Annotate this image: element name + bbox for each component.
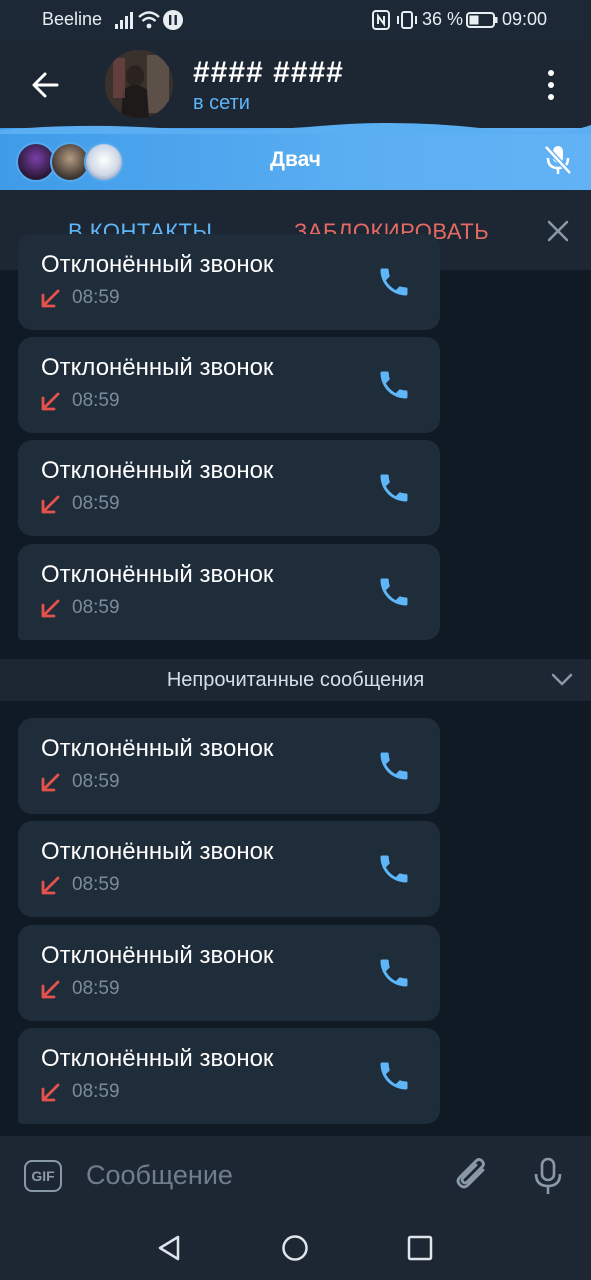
app-notification-icon [163, 10, 183, 30]
phone-icon[interactable] [376, 264, 412, 300]
status-bar: Beeline 36 % 09:00 [0, 0, 591, 40]
call-status-text: Отклонённый звонок [41, 354, 274, 381]
call-status-text: Отклонённый звонок [41, 561, 274, 588]
vibrate-icon [397, 11, 417, 29]
message-time: 08:59 [72, 597, 120, 618]
call-status-text: Отклонённый звонок [41, 838, 274, 865]
missed-call-arrow-icon [41, 773, 60, 792]
more-vertical-icon[interactable] [540, 68, 562, 102]
message-time: 08:59 [72, 771, 120, 792]
clock: 09:00 [502, 9, 548, 29]
phone-icon[interactable] [376, 574, 412, 610]
message-time: 08:59 [72, 978, 120, 999]
call-message-bubble[interactable]: Отклонённый звонок 08:59 [18, 925, 440, 1021]
gif-label: GIF [31, 1168, 55, 1184]
chat-title[interactable]: #### #### [193, 56, 344, 90]
call-status-text: Отклонённый звонок [41, 457, 274, 484]
message-time: 08:59 [72, 874, 120, 895]
phone-icon[interactable] [376, 955, 412, 991]
battery-percent: 36 % [422, 9, 464, 29]
close-icon[interactable] [547, 220, 569, 242]
online-status: в сети [193, 92, 250, 114]
message-input[interactable]: Сообщение [86, 1160, 233, 1191]
nav-home-icon[interactable] [281, 1234, 309, 1262]
phone-icon[interactable] [376, 851, 412, 887]
phone-icon[interactable] [376, 367, 412, 403]
signal-icon [115, 12, 133, 29]
mic-icon[interactable] [532, 1157, 564, 1197]
arrow-left-icon[interactable] [30, 70, 60, 100]
voice-chat-title: Двач [270, 148, 321, 171]
call-message-bubble[interactable]: Отклонённый звонок 08:59 [18, 718, 440, 814]
call-message-bubble[interactable]: Отклонённый звонок 08:59 [18, 440, 440, 536]
missed-call-arrow-icon [41, 980, 60, 999]
call-status-text: Отклонённый звонок [41, 735, 274, 762]
phone-icon[interactable] [376, 1058, 412, 1094]
phone-icon[interactable] [376, 748, 412, 784]
battery-icon [466, 12, 498, 28]
gif-icon[interactable]: GIF [24, 1160, 62, 1192]
message-time: 08:59 [72, 390, 120, 411]
missed-call-arrow-icon [41, 495, 60, 514]
message-time: 08:59 [72, 1081, 120, 1102]
call-status-text: Отклонённый звонок [41, 942, 274, 969]
wifi-icon [138, 11, 160, 29]
wave-decoration [0, 122, 591, 134]
call-message-bubble[interactable]: Отклонённый звонок 08:59 [18, 337, 440, 433]
unread-divider-label: Непрочитанные сообщения [166, 669, 425, 691]
message-time: 08:59 [72, 287, 120, 308]
nav-back-icon[interactable] [156, 1234, 182, 1262]
mic-off-icon[interactable] [543, 144, 573, 176]
avatar[interactable] [105, 50, 173, 118]
call-message-bubble[interactable]: Отклонённый звонок 08:59 [18, 1028, 440, 1124]
call-message-bubble[interactable]: Отклонённый звонок 08:59 [18, 544, 440, 640]
missed-call-arrow-icon [41, 289, 60, 308]
paperclip-icon[interactable] [453, 1156, 493, 1196]
nfc-icon [372, 10, 390, 30]
missed-call-arrow-icon [41, 876, 60, 895]
missed-call-arrow-icon [41, 392, 60, 411]
nav-recents-icon[interactable] [407, 1235, 433, 1261]
phone-icon[interactable] [376, 470, 412, 506]
missed-call-arrow-icon [41, 1083, 60, 1102]
message-time: 08:59 [72, 493, 120, 514]
carrier-name: Beeline [42, 9, 103, 29]
call-message-bubble[interactable]: Отклонённый звонок 08:59 [18, 821, 440, 917]
chevron-down-icon[interactable] [551, 673, 573, 687]
call-status-text: Отклонённый звонок [41, 251, 274, 278]
call-status-text: Отклонённый звонок [41, 1045, 274, 1072]
call-message-bubble[interactable]: Отклонённый звонок 08:59 [18, 234, 440, 330]
missed-call-arrow-icon [41, 599, 60, 618]
